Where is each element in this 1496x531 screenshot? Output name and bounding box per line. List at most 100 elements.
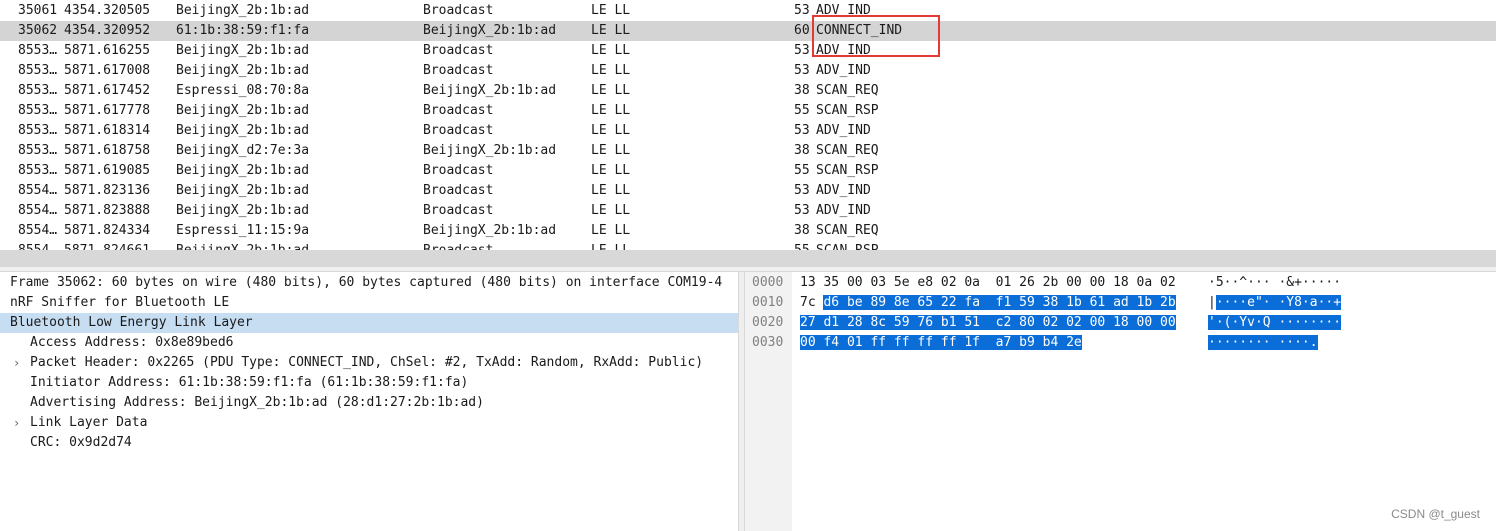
tree-item[interactable]: Frame 35062: 60 bytes on wire (480 bits)… bbox=[0, 273, 738, 293]
packet-info: ADV_IND bbox=[816, 183, 871, 198]
byte-offset: 0010 bbox=[752, 295, 784, 310]
hex-line[interactable]: 7c d6 be 89 8e 65 22 fa f1 59 38 1b 61 a… bbox=[800, 293, 1176, 313]
packet-time: 5871.823136 bbox=[64, 183, 151, 198]
packet-destination: Broadcast bbox=[423, 203, 494, 218]
packet-source: BeijingX_2b:1b:ad bbox=[176, 103, 310, 118]
packet-time: 5871.824661 bbox=[64, 241, 150, 250]
hex-line[interactable]: 13 35 00 03 5e e8 02 0a 01 26 2b 00 00 1… bbox=[800, 273, 1176, 293]
ascii-line[interactable]: ·5··^··· ·&+····· bbox=[1208, 273, 1341, 293]
packet-time: 5871.617008 bbox=[64, 63, 151, 78]
packet-length: 60 bbox=[794, 23, 810, 38]
packet-length: 55 bbox=[794, 241, 810, 250]
packet-destination: Broadcast bbox=[423, 183, 494, 198]
packet-list[interactable]: 35061 4354.320505 BeijingX_2b:1b:ad Broadca… bbox=[0, 0, 1496, 250]
tree-item[interactable]: › Link Layer Data bbox=[0, 413, 738, 433]
packet-protocol: LE LL bbox=[591, 63, 631, 78]
packet-source: BeijingX_2b:1b:ad bbox=[176, 183, 310, 198]
packet-time: 5871.619085 bbox=[64, 163, 151, 178]
packet-time: 4354.320505 bbox=[64, 3, 151, 18]
packet-source: BeijingX_2b:1b:ad bbox=[176, 203, 310, 218]
hex-line[interactable]: 00 f4 01 ff ff ff ff 1f a7 b9 b4 2e bbox=[800, 333, 1082, 353]
bytes-offset-column: 0000 0010 0020 0030 bbox=[745, 272, 792, 531]
ascii-line[interactable]: |····e"· ·Y8·a··+ bbox=[1208, 293, 1342, 313]
tree-item[interactable]: Access Address: 0x8e89bed6 bbox=[0, 333, 738, 353]
packet-list-horizontal-scrollbar[interactable] bbox=[0, 250, 1496, 267]
tree-item[interactable]: CRC: 0x9d2d74 bbox=[0, 433, 738, 453]
packet-details-tree[interactable]: Frame 35062: 60 bytes on wire (480 bits)… bbox=[0, 272, 738, 531]
tree-item-label: Initiator Address: 61:1b:38:59:f1:fa (61… bbox=[30, 375, 469, 390]
packet-number: 8553… bbox=[18, 43, 58, 58]
pane-splitter-vertical[interactable] bbox=[738, 272, 745, 531]
packet-info: ADV_IND bbox=[816, 203, 871, 218]
byte-offset: 0000 bbox=[752, 275, 784, 290]
packet-row[interactable]: 8553… 5871.616255 BeijingX_2b:1b:ad Broadca… bbox=[0, 41, 1496, 61]
packet-number: 8553… bbox=[18, 83, 58, 98]
packet-protocol: LE LL bbox=[591, 163, 631, 178]
tree-item[interactable]: nRF Sniffer for Bluetooth LE bbox=[0, 293, 738, 313]
packet-row[interactable]: 8553… 5871.618758 BeijingX_d2:7e:3a Beijing… bbox=[0, 141, 1496, 161]
packet-row[interactable]: 8554… 5871.823888 BeijingX_2b:1b:ad Broadca… bbox=[0, 201, 1496, 221]
chevron-right-icon[interactable]: › bbox=[13, 413, 20, 433]
byte-offset: 0030 bbox=[752, 335, 784, 350]
packet-number: 8554… bbox=[18, 203, 58, 218]
packet-row[interactable]: 8553… 5871.617778 BeijingX_2b:1b:ad Broadca… bbox=[0, 101, 1496, 121]
packet-protocol: LE LL bbox=[591, 103, 631, 118]
packet-source: BeijingX_2b:1b:ad bbox=[176, 123, 310, 138]
packet-destination: BeijingX_2b:1b:ad bbox=[423, 83, 557, 98]
tree-item-label: Packet Header: 0x2265 (PDU Type: CONNECT… bbox=[30, 355, 704, 370]
packet-row[interactable]: 8554… 5871.824334 Espressi_11:15:9a Beijing… bbox=[0, 221, 1496, 241]
packet-protocol: LE LL bbox=[591, 183, 631, 198]
packet-info: ADV_IND bbox=[816, 123, 871, 138]
packet-source: BeijingX_2b:1b:ad bbox=[176, 43, 310, 58]
hex-line[interactable]: 27 d1 28 8c 59 76 b1 51 c2 80 02 02 00 1… bbox=[800, 313, 1176, 333]
packet-destination: Broadcast bbox=[423, 163, 494, 178]
packet-info: SCAN_REQ bbox=[816, 143, 879, 158]
packet-bytes-pane[interactable]: 0000 0010 0020 0030 13 35 00 03 5e e8 02 0a… bbox=[745, 272, 1496, 531]
watermark: CSDN @t_guest bbox=[1391, 507, 1480, 521]
packet-info: SCAN_RSP bbox=[816, 241, 879, 250]
packet-row[interactable]: 35062 4354.320952 61:1b:38:59:f1:fa Beijing… bbox=[0, 21, 1496, 41]
packet-row[interactable]: 8553… 5871.618314 BeijingX_2b:1b:ad Broadca… bbox=[0, 121, 1496, 141]
ascii-line[interactable]: '·(·Yv·Q ········ bbox=[1208, 313, 1342, 333]
packet-number: 8553… bbox=[18, 63, 58, 78]
packet-length: 55 bbox=[794, 163, 810, 178]
packet-row[interactable]: 35061 4354.320505 BeijingX_2b:1b:ad Broadca… bbox=[0, 1, 1496, 21]
ascii-bytes-selected: '·(·Yv·Q ········ bbox=[1208, 315, 1342, 330]
packet-time: 5871.617778 bbox=[64, 103, 151, 118]
packet-info: CONNECT_IND bbox=[816, 23, 903, 38]
packet-row[interactable]: 8553… 5871.617008 BeijingX_2b:1b:ad Broadca… bbox=[0, 61, 1496, 81]
packet-number: 8553… bbox=[18, 123, 58, 138]
packet-number: 35061 bbox=[18, 3, 58, 18]
byte-offset: 0020 bbox=[752, 315, 784, 330]
packet-info: SCAN_REQ bbox=[816, 223, 879, 238]
tree-item-label: Link Layer Data bbox=[30, 415, 148, 430]
tree-item[interactable]: Advertising Address: BeijingX_2b:1b:ad (… bbox=[0, 393, 738, 413]
packet-time: 5871.618758 bbox=[64, 143, 151, 158]
packet-source: BeijingX_2b:1b:ad bbox=[176, 241, 309, 250]
ascii-bytes-selected: ········ ····. bbox=[1208, 335, 1318, 350]
packet-length: 55 bbox=[794, 103, 810, 118]
packet-row[interactable]: 8554… 5871.823136 BeijingX_2b:1b:ad Broadca… bbox=[0, 181, 1496, 201]
packet-row[interactable]: 8554… 5871.824661 BeijingX_2b:1b:ad Broadca… bbox=[0, 241, 1496, 250]
chevron-right-icon[interactable]: › bbox=[13, 353, 20, 373]
packet-number: 35062 bbox=[18, 23, 58, 38]
packet-destination: Broadcast bbox=[423, 63, 494, 78]
tree-item[interactable]: › Packet Header: 0x2265 (PDU Type: CONNEC… bbox=[0, 353, 738, 373]
packet-row[interactable]: 8553… 5871.617452 Espressi_08:70:8a Beijing… bbox=[0, 81, 1496, 101]
ascii-line[interactable]: ········ ····. bbox=[1208, 333, 1318, 353]
packet-protocol: LE LL bbox=[591, 3, 631, 18]
tree-item[interactable]: Bluetooth Low Energy Link Layer bbox=[0, 313, 738, 333]
packet-protocol: LE LL bbox=[591, 43, 631, 58]
tree-item[interactable]: Initiator Address: 61:1b:38:59:f1:fa (61… bbox=[0, 373, 738, 393]
ascii-bytes: ·5··^··· ·&+····· bbox=[1208, 275, 1342, 290]
packet-length: 38 bbox=[794, 223, 810, 238]
packet-destination: Broadcast bbox=[423, 241, 493, 250]
packet-row[interactable]: 8553… 5871.619085 BeijingX_2b:1b:ad Broadca… bbox=[0, 161, 1496, 181]
tree-item-label: Frame 35062: 60 bytes on wire (480 bits)… bbox=[10, 275, 723, 290]
packet-time: 4354.320952 bbox=[64, 23, 151, 38]
packet-length: 38 bbox=[794, 83, 810, 98]
tree-item-label: Advertising Address: BeijingX_2b:1b:ad (… bbox=[30, 395, 484, 410]
packet-info: SCAN_REQ bbox=[816, 83, 879, 98]
packet-length: 53 bbox=[794, 203, 810, 218]
packet-source: BeijingX_2b:1b:ad bbox=[176, 63, 310, 78]
